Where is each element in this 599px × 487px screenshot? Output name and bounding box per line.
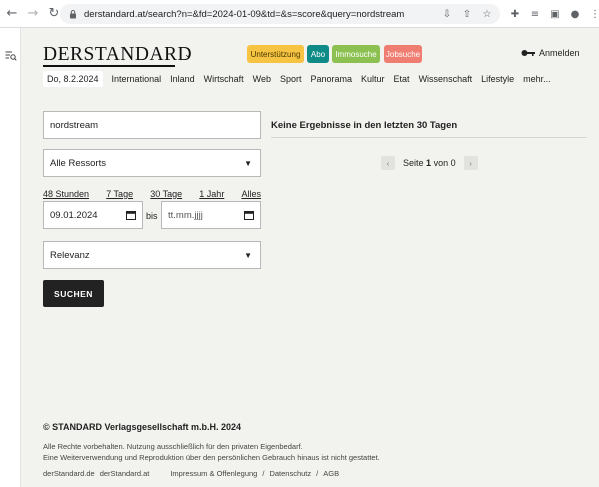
support-button[interactable]: Unterstützung [247, 45, 304, 63]
share-icon[interactable]: ⇧ [460, 7, 474, 21]
lock-icon [70, 10, 76, 19]
search-submit-button[interactable]: SUCHEN [43, 280, 104, 307]
current-date: Do, 8.2.2024 [43, 71, 103, 87]
nav-item-sport[interactable]: Sport [280, 74, 302, 84]
back-arrow-icon[interactable]: ← [3, 5, 21, 23]
date-to-placeholder: tt.mm.jjjj [168, 209, 203, 221]
nav-item-more[interactable]: mehr... [523, 74, 551, 84]
range-link-7d[interactable]: 7 Tage [106, 189, 133, 199]
previous-page-chevron-icon[interactable]: ‹ [381, 156, 395, 170]
nav-item-panorama[interactable]: Panorama [311, 74, 353, 84]
page-prefix: Seite [403, 158, 424, 168]
bookmark-star-icon[interactable]: ☆ [480, 7, 494, 21]
nav-item-lifestyle[interactable]: Lifestyle [481, 74, 514, 84]
login-label: Anmelden [539, 48, 580, 58]
left-sidebar [0, 28, 21, 487]
footer-links: derStandard.de derStandard.at Impressum … [43, 469, 344, 478]
browser-menu-icon[interactable]: ⋮ [588, 7, 599, 21]
install-icon[interactable]: ⇩ [440, 7, 454, 21]
url-text: derstandard.at/search?n=&fd=2024-01-09&t… [84, 8, 405, 20]
sort-select[interactable]: Relevanz ▼ [43, 241, 261, 269]
sort-selected-value: Relevanz [50, 249, 90, 261]
profile-avatar-icon[interactable]: ● [568, 7, 582, 21]
main-nav: Do, 8.2.2024 International Inland Wirtsc… [43, 70, 560, 88]
page-total: 0 [450, 158, 456, 168]
extensions-icon[interactable]: ✚ [508, 7, 522, 21]
range-link-30d[interactable]: 30 Tage [150, 189, 182, 199]
footer-link-agb[interactable]: AGB [323, 469, 339, 478]
side-panel-icon[interactable]: ▣ [548, 7, 562, 21]
site-logo[interactable]: DERSTANDARD [43, 44, 192, 66]
dropdown-caret-icon: ▼ [244, 250, 252, 260]
footer-separator: / [316, 469, 319, 478]
page-of: von [433, 158, 449, 168]
footer-rights-line2: Eine Weiterverwendung und Reproduktion ü… [43, 453, 380, 462]
footer-link-derstandard-at[interactable]: derStandard.at [100, 469, 150, 478]
pagination: ‹ Seite 1 von 0 › [381, 156, 478, 170]
site-header: DERSTANDARD ⌄ Unterstützung Abo Immosuch… [21, 28, 599, 94]
nav-item-web[interactable]: Web [253, 74, 271, 84]
footer-rights-line1: Alle Rechte vorbehalten. Nutzung ausschl… [43, 442, 303, 451]
dropdown-caret-icon: ▼ [244, 158, 252, 168]
date-to-input[interactable]: tt.mm.jjjj [161, 201, 261, 229]
date-range-separator: bis [146, 211, 158, 221]
footer-rights: Alle Rechte vorbehalten. Nutzung ausschl… [43, 441, 380, 463]
reading-list-icon[interactable]: ≡ [528, 7, 542, 21]
search-input[interactable]: nordstream [43, 111, 261, 139]
nav-item-international[interactable]: International [112, 74, 162, 84]
nav-item-wirtschaft[interactable]: Wirtschaft [204, 74, 244, 84]
footer-link-derstandard-de[interactable]: derStandard.de [43, 469, 95, 478]
calendar-icon[interactable] [126, 210, 136, 220]
key-icon [521, 50, 535, 56]
footer-separator: / [262, 469, 265, 478]
login-button[interactable]: Anmelden [521, 48, 580, 58]
time-range-links: 48 Stunden 7 Tage 30 Tage 1 Jahr Alles [43, 189, 261, 199]
logo-underline [43, 65, 175, 67]
jobsuche-button[interactable]: Jobsuche [384, 45, 422, 63]
search-query-value: nordstream [50, 119, 99, 131]
footer-link-datenschutz[interactable]: Datenschutz [269, 469, 311, 478]
abo-button[interactable]: Abo [307, 45, 329, 63]
ressorts-selected-value: Alle Ressorts [50, 157, 106, 169]
nav-item-etat[interactable]: Etat [394, 74, 410, 84]
footer-copyright: © STANDARD Verlagsgesellschaft m.b.H. 20… [43, 422, 242, 432]
date-from-input[interactable]: 09.01.2024 [43, 201, 143, 229]
nav-item-inland[interactable]: Inland [170, 74, 195, 84]
range-link-1y[interactable]: 1 Jahr [199, 189, 224, 199]
page-current: 1 [426, 158, 432, 168]
results-divider [271, 137, 587, 138]
range-link-48h[interactable]: 48 Stunden [43, 189, 89, 199]
page-indicator: Seite 1 von 0 [403, 158, 456, 168]
footer-link-impressum[interactable]: Impressum & Offenlegung [170, 469, 257, 478]
forward-arrow-icon[interactable]: → [24, 5, 42, 23]
page-content: DERSTANDARD ⌄ Unterstützung Abo Immosuch… [21, 28, 599, 487]
address-bar[interactable]: derstandard.at/search?n=&fd=2024-01-09&t… [60, 4, 500, 24]
search-menu-icon[interactable] [5, 50, 17, 62]
calendar-icon[interactable] [244, 210, 254, 220]
range-link-all[interactable]: Alles [241, 189, 261, 199]
immosuche-button[interactable]: Immosuche [332, 45, 380, 63]
nav-item-kultur[interactable]: Kultur [361, 74, 385, 84]
nav-item-wissenschaft[interactable]: Wissenschaft [419, 74, 473, 84]
next-page-chevron-icon[interactable]: › [463, 156, 478, 170]
ressorts-select[interactable]: Alle Ressorts ▼ [43, 149, 261, 177]
chevron-down-icon[interactable]: ⌄ [184, 50, 192, 60]
no-results-message: Keine Ergebnisse in den letzten 30 Tagen [271, 120, 458, 131]
date-from-value: 09.01.2024 [50, 209, 98, 221]
browser-toolbar: ← → ↻ derstandard.at/search?n=&fd=2024-0… [0, 0, 599, 28]
